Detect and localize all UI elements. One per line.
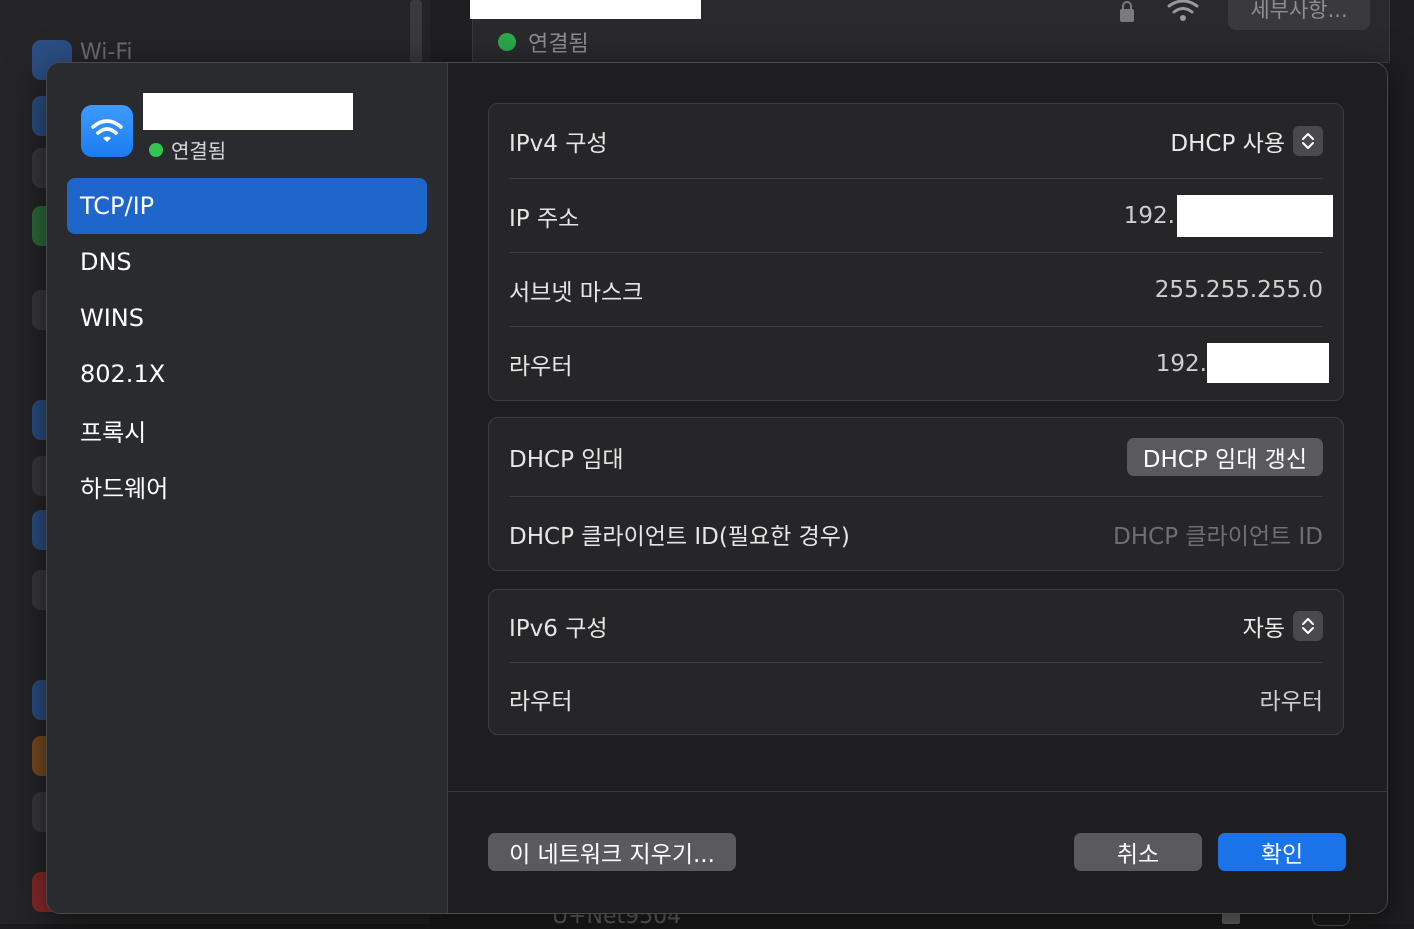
ipv4-card: IPv4 구성 DHCP 사용 IP 주소 192. 서브넷 마스크 255.2… xyxy=(488,103,1344,401)
ipv6-card: IPv6 구성 자동 라우터 라우터 xyxy=(488,589,1344,735)
dhcp-client-id-label: DHCP 클라이언트 ID(필요한 경우) xyxy=(509,523,850,550)
forget-network-button[interactable]: 이 네트워크 지우기... xyxy=(488,833,736,871)
footer-divider xyxy=(448,791,1387,792)
redacted-ip-address xyxy=(1177,195,1333,237)
wifi-signal-icon xyxy=(1167,0,1199,21)
up-down-chevron-icon xyxy=(1293,611,1323,641)
status-dot-icon xyxy=(498,33,516,51)
background-connected-label: 연결됨 xyxy=(528,32,589,57)
ipv6-router-label: 라우터 xyxy=(509,688,573,715)
dhcp-client-id-row: DHCP 클라이언트 ID(필요한 경우) DHCP 클라이언트 ID xyxy=(509,496,1323,570)
nav-item-dns[interactable]: DNS xyxy=(67,234,427,290)
ip-address-value: 192. xyxy=(1123,202,1175,229)
nav-item-8021x[interactable]: 802.1X xyxy=(67,346,427,402)
connection-status: 연결됨 xyxy=(149,135,226,164)
ipv4-config-value: DHCP 사용 xyxy=(1170,131,1285,157)
router-row: 라우터 192. xyxy=(509,326,1329,400)
nav-item-tcpip[interactable]: TCP/IP xyxy=(67,178,427,234)
ipv6-router-value: 라우터 xyxy=(1259,688,1323,715)
up-down-chevron-icon xyxy=(1293,126,1323,156)
dhcp-client-id-input[interactable]: DHCP 클라이언트 ID xyxy=(1113,517,1323,551)
subnet-mask-label: 서브넷 마스크 xyxy=(509,279,644,306)
redacted-router-address xyxy=(1207,343,1329,383)
subnet-mask-row: 서브넷 마스크 255.255.255.0 xyxy=(509,252,1323,326)
nav-item-wins[interactable]: WINS xyxy=(67,290,427,346)
ipv4-config-label: IPv4 구성 xyxy=(509,131,608,157)
ipv6-router-row: 라우터 라우터 xyxy=(509,662,1323,734)
wifi-icon xyxy=(81,105,133,157)
redacted-network-name xyxy=(470,0,701,19)
ipv6-config-select[interactable]: 자동 xyxy=(1243,609,1323,643)
dhcp-lease-row: DHCP 임대 DHCP 임대 갱신 xyxy=(509,418,1323,496)
background-connection-status: 연결됨 xyxy=(498,26,589,58)
dhcp-card: DHCP 임대 DHCP 임대 갱신 DHCP 클라이언트 ID(필요한 경우)… xyxy=(488,417,1344,571)
status-dot-icon xyxy=(149,142,163,157)
nav-item-proxy[interactable]: 프록시 xyxy=(67,402,427,458)
ok-button[interactable]: 확인 xyxy=(1218,833,1346,871)
dhcp-lease-label: DHCP 임대 xyxy=(509,447,624,473)
ipv6-config-row: IPv6 구성 자동 xyxy=(509,590,1323,662)
ipv4-config-select[interactable]: DHCP 사용 xyxy=(1170,124,1323,158)
router-value: 192. xyxy=(1155,350,1207,377)
router-label: 라우터 xyxy=(509,353,573,380)
renew-dhcp-lease-button[interactable]: DHCP 임대 갱신 xyxy=(1126,438,1323,476)
ipv6-config-label: IPv6 구성 xyxy=(509,616,608,642)
ip-address-label: IP 주소 xyxy=(509,205,580,232)
background-details-button[interactable]: 세부사항... xyxy=(1228,0,1370,30)
subnet-mask-value: 255.255.255.0 xyxy=(1154,276,1323,303)
lock-icon xyxy=(1120,1,1134,22)
cancel-button[interactable]: 취소 xyxy=(1074,833,1202,871)
ipv4-config-row: IPv4 구성 DHCP 사용 xyxy=(509,104,1323,178)
redacted-network-name xyxy=(143,93,353,130)
network-settings-sheet: 연결됨 TCP/IP DNS WINS 802.1X 프록시 하드웨어 IPv4… xyxy=(46,62,1388,914)
nav-item-hardware[interactable]: 하드웨어 xyxy=(67,458,427,514)
status-label: 연결됨 xyxy=(171,139,227,163)
ip-address-row: IP 주소 192. xyxy=(509,178,1333,252)
settings-nav: TCP/IP DNS WINS 802.1X 프록시 하드웨어 xyxy=(67,178,427,514)
ipv6-config-value: 자동 xyxy=(1242,616,1285,642)
sheet-sidebar: 연결됨 TCP/IP DNS WINS 802.1X 프록시 하드웨어 xyxy=(47,63,448,913)
background-scrollbar xyxy=(410,0,422,62)
sheet-content: IPv4 구성 DHCP 사용 IP 주소 192. 서브넷 마스크 255.2… xyxy=(448,63,1387,913)
